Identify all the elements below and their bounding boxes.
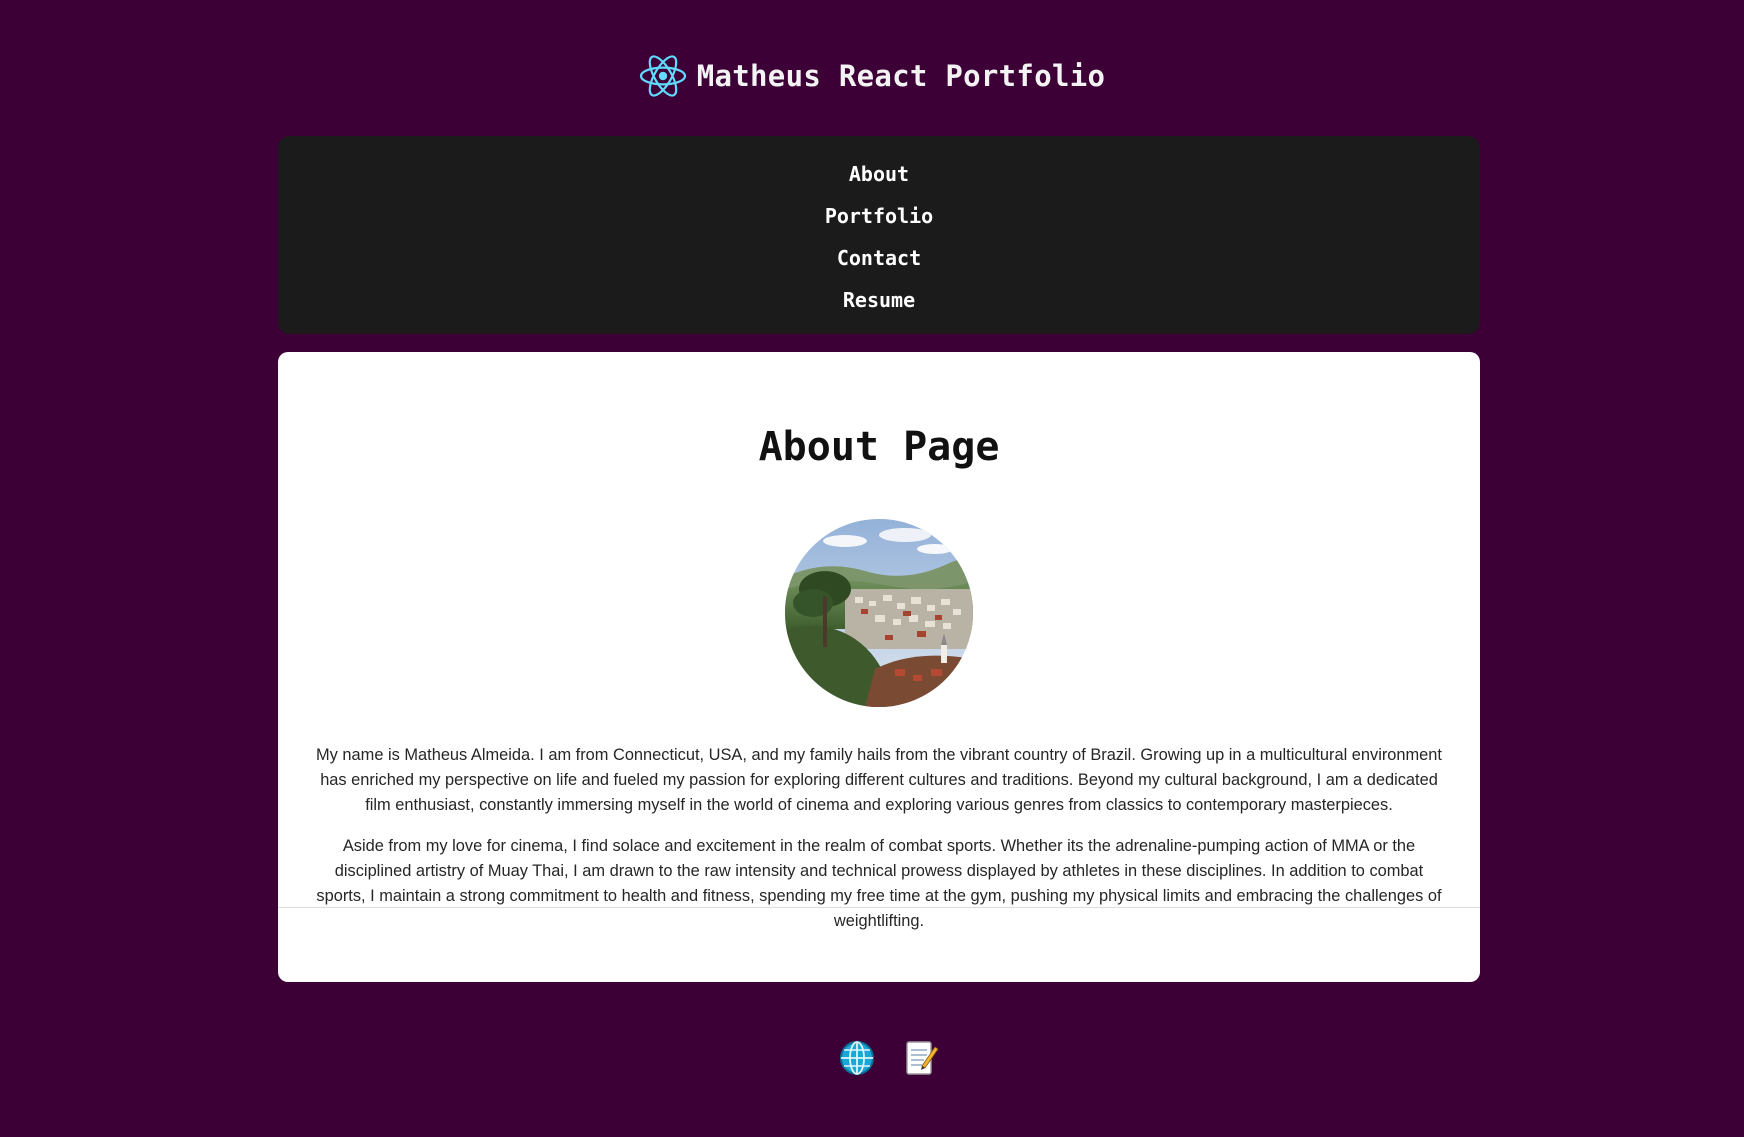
nav-link-about[interactable]: About [849, 153, 909, 195]
brand-link[interactable]: Matheus React Portfolio [639, 52, 1105, 100]
avatar [785, 519, 973, 707]
site-title: Matheus React Portfolio [696, 59, 1106, 93]
react-logo-icon [639, 52, 687, 100]
about-paragraph-1: My name is Matheus Almeida. I am from Co… [316, 746, 1442, 814]
nav-link-resume[interactable]: Resume [843, 279, 915, 321]
memo-icon [902, 1039, 940, 1077]
about-paragraph-2: Aside from my love for cinema, I find so… [316, 837, 1442, 930]
about-card: About Page My name is Matheus Almeida. I… [278, 352, 1480, 982]
site-header: Matheus React Portfolio [0, 40, 1744, 112]
main-nav: About Portfolio Contact Resume [278, 136, 1480, 334]
divider [278, 907, 1480, 908]
footer-link-web[interactable] [838, 1039, 876, 1077]
about-text: My name is Matheus Almeida. I am from Co… [308, 743, 1450, 950]
nav-link-contact[interactable]: Contact [837, 237, 921, 279]
footer-link-resume[interactable] [902, 1039, 940, 1077]
globe-icon [838, 1039, 876, 1077]
nav-link-portfolio[interactable]: Portfolio [825, 195, 933, 237]
page-title: About Page [758, 424, 1000, 470]
footer [0, 1036, 1744, 1080]
